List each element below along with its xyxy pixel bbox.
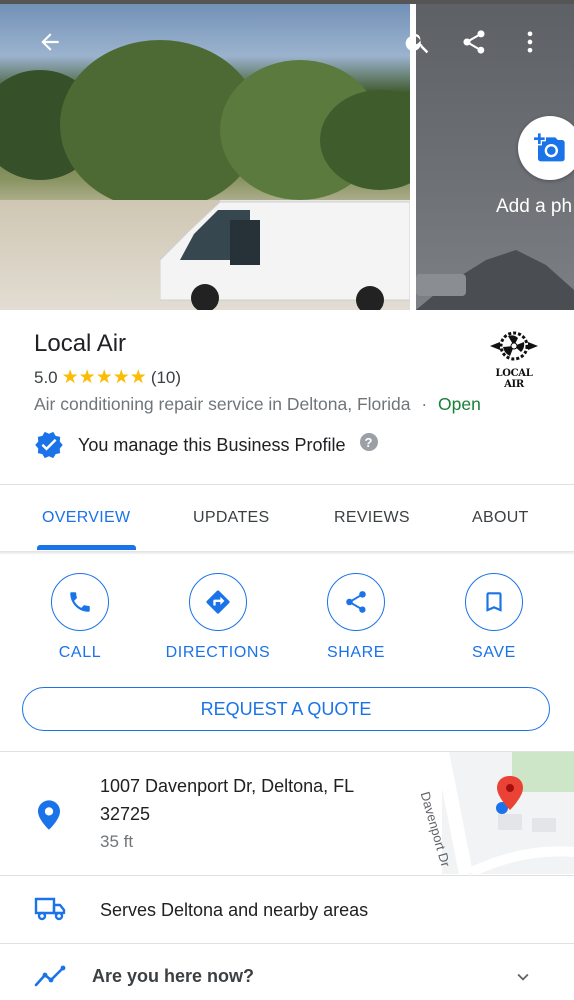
directions-label: DIRECTIONS: [165, 644, 271, 661]
rating-row[interactable]: 5.0 ★★★★★ (10): [34, 366, 181, 389]
distance-text: 35 ft: [100, 832, 134, 851]
address-line-2: 32725: [100, 804, 151, 824]
manage-profile-row[interactable]: You manage this Business Profile ?: [34, 430, 378, 460]
business-category: Air conditioning repair service in Delto…: [34, 394, 411, 414]
more-options-button[interactable]: [510, 22, 550, 62]
search-icon: [405, 33, 429, 54]
call-circle: [51, 573, 109, 631]
bookmark-icon: [486, 592, 502, 612]
truck-icon: [34, 897, 66, 921]
tab-reviews[interactable]: REVIEWS: [334, 509, 410, 527]
share-action-button[interactable]: SHARE: [296, 573, 416, 662]
location-pin-icon: [38, 800, 60, 830]
phone-icon: [70, 592, 90, 612]
add-photo-button[interactable]: [518, 116, 574, 180]
add-photo-icon: [534, 133, 565, 162]
share-circle: [327, 573, 385, 631]
active-tab-indicator: [37, 545, 136, 550]
trending-icon: [34, 965, 66, 987]
here-now-row[interactable]: [0, 946, 574, 1000]
status-bar: [0, 0, 574, 4]
tab-overview[interactable]: OVERVIEW: [42, 509, 130, 527]
verified-badge-icon: [35, 431, 63, 459]
separator-dot: ·: [421, 394, 428, 414]
tab-updates[interactable]: UPDATES: [193, 509, 269, 527]
rating-value: 5.0: [34, 367, 58, 387]
back-button[interactable]: [30, 22, 70, 62]
fan-logo-icon: [490, 331, 538, 361]
address-line-1: 1007 Davenport Dr, Deltona, FL: [100, 776, 355, 796]
map-thumbnail[interactable]: [442, 752, 574, 874]
placeholder-landscape: [416, 250, 574, 310]
service-area-text: Serves Deltona and nearby areas: [100, 900, 369, 920]
arrow-left-icon: [41, 33, 59, 51]
save-button[interactable]: SAVE: [434, 573, 554, 662]
rating-stars: ★★★★★: [61, 367, 147, 388]
map-graphic: [442, 752, 574, 874]
help-icon[interactable]: ?: [359, 433, 378, 451]
call-button[interactable]: CALL: [20, 573, 140, 662]
directions-circle: [189, 573, 247, 631]
business-logo: LOCAL AIR: [488, 330, 540, 390]
review-count: (10): [150, 367, 182, 387]
share-button[interactable]: [454, 22, 494, 62]
divider: [0, 943, 574, 944]
search-button[interactable]: [398, 22, 438, 62]
call-label: CALL: [58, 644, 102, 661]
add-photo-label[interactable]: Add a ph: [496, 196, 572, 218]
request-quote-button[interactable]: REQUEST A QUOTE: [22, 687, 550, 731]
save-label: SAVE: [472, 644, 516, 661]
directions-button[interactable]: DIRECTIONS: [158, 573, 278, 662]
share-icon: [346, 591, 366, 613]
share-label: SHARE: [326, 644, 386, 661]
here-now-text: Are you here now?: [92, 966, 255, 986]
divider: [0, 875, 574, 876]
category-row: Air conditioning repair service in Delto…: [34, 394, 481, 415]
share-icon: [463, 30, 485, 54]
logo-text: LOCAL AIR: [495, 368, 533, 390]
save-circle: [465, 573, 523, 631]
open-status: Open: [438, 394, 481, 414]
directions-icon: [206, 590, 230, 614]
tab-about[interactable]: ABOUT: [472, 509, 529, 527]
tab-bar: OVERVIEW UPDATES REVIEWS ABOUT: [0, 485, 574, 551]
manage-profile-text: You manage this Business Profile: [78, 434, 346, 455]
chevron-down-icon[interactable]: [512, 966, 534, 988]
van-image: [160, 200, 410, 310]
business-name: Local Air: [34, 330, 127, 357]
tab-shadow: [0, 551, 574, 555]
more-vert-icon: [527, 31, 533, 53]
